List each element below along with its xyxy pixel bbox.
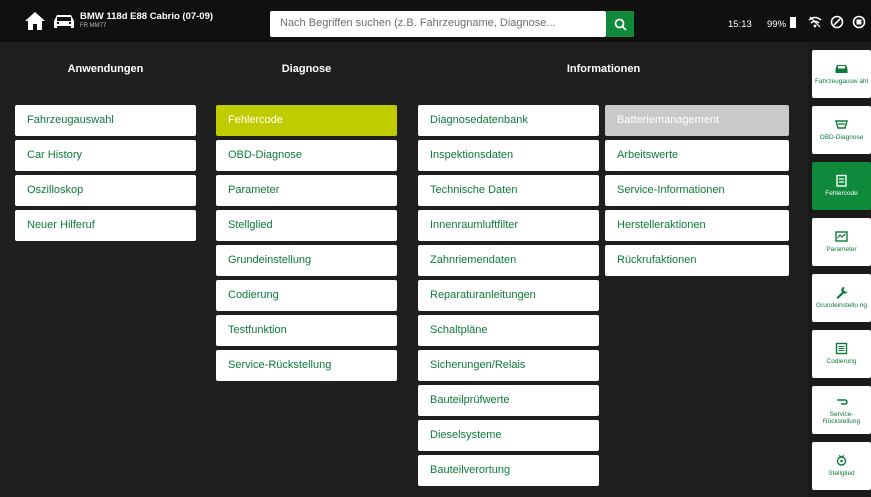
tile-fahrzeugauswahl[interactable]: Fahrzeugauswahl: [15, 105, 196, 136]
column-header-informationen: Informationen: [566, 63, 641, 75]
device-icon[interactable]: [852, 15, 866, 29]
sidebar-item-parameter[interactable]: Parameter: [812, 218, 871, 266]
sidebar-item-label: OBD-Diagnose: [819, 134, 864, 142]
wrench-icon: [836, 287, 848, 300]
tile-oszilloskop[interactable]: Oszilloskop: [15, 175, 196, 206]
vehicle-title: BMW 118d E88 Cabrio (07-09): [80, 11, 214, 22]
tile-technische-daten[interactable]: Technische Daten: [418, 175, 599, 206]
sidebar-item-label: Parameter: [826, 246, 857, 254]
wifi-icon: [808, 16, 822, 28]
tile-stellglied[interactable]: Stellglied: [216, 210, 397, 241]
tile-zahnriemendaten[interactable]: Zahnriemendaten: [418, 245, 599, 276]
search-input[interactable]: Nach Begriffen suchen (z.B. Fahrzeugname…: [270, 11, 606, 37]
actuator-icon: [836, 455, 847, 467]
search-placeholder: Nach Begriffen suchen (z.B. Fahrzeugname…: [280, 17, 556, 29]
tile-testfunktion[interactable]: Testfunktion: [216, 315, 397, 346]
tile-reparaturanleitungen[interactable]: Reparaturanleitungen: [418, 280, 599, 311]
tile-grundeinstellung[interactable]: Grundeinstellung: [216, 245, 397, 276]
sidebar-item-stellglied[interactable]: Stellglied: [812, 442, 871, 490]
tile-rueckrufaktionen[interactable]: Rückrufaktionen: [605, 245, 789, 276]
tile-parameter[interactable]: Parameter: [216, 175, 397, 206]
sidebar-item-label: Service-Rückstellung: [822, 410, 861, 425]
battery-level: 99%: [767, 19, 787, 30]
obd-icon: [835, 120, 848, 130]
search-icon: [614, 18, 627, 31]
tile-neuer-hilferuf[interactable]: Neuer Hilferuf: [15, 210, 196, 241]
clock: 15:13: [728, 19, 752, 30]
tile-service-rueckstellung[interactable]: Service-Rückstellung: [216, 350, 397, 381]
coding-icon: [835, 343, 848, 355]
tile-fehlercode[interactable]: Fehlercode: [216, 105, 397, 136]
fault-code-icon: [836, 175, 847, 188]
tile-car-history[interactable]: Car History: [15, 140, 196, 171]
tile-diagnosedatenbank[interactable]: Diagnosedatenbank: [418, 105, 599, 136]
tile-obd-diagnose[interactable]: OBD-Diagnose: [216, 140, 397, 171]
sidebar-item-fehlercode[interactable]: Fehlercode: [812, 162, 871, 210]
tile-service-informationen[interactable]: Service-Informationen: [605, 175, 789, 206]
sidebar-item-label: Grundeinstellu ng: [816, 302, 867, 310]
tile-sicherungen-relais[interactable]: Sicherungen/Relais: [418, 350, 599, 381]
service-reset-icon: [837, 399, 848, 405]
sidebar-item-label: Fahrzeugausw ahl: [814, 78, 869, 86]
sidebar-item-service-rueckstellung[interactable]: Service-Rückstellung: [812, 386, 871, 434]
car-icon: [835, 65, 848, 74]
tile-arbeitswerte[interactable]: Arbeitswerte: [605, 140, 789, 171]
tile-bauteilpruefwerte[interactable]: Bauteilprüfwerte: [418, 385, 599, 416]
tile-innenraumluftfilter[interactable]: Innenraumluftfilter: [418, 210, 599, 241]
sidebar-item-codierung[interactable]: Codierung: [812, 330, 871, 378]
tile-dieselsysteme[interactable]: Dieselsysteme: [418, 420, 599, 451]
sidebar-item-label: Codierung: [826, 358, 857, 366]
sidebar-item-label: Stellglied: [828, 470, 855, 478]
home-icon[interactable]: [24, 10, 46, 32]
sidebar-item-fahrzeugauswahl[interactable]: Fahrzeugausw ahl: [812, 50, 871, 98]
column-header-anwendungen: Anwendungen: [67, 63, 144, 75]
tile-codierung[interactable]: Codierung: [216, 280, 397, 311]
sidebar-item-label: Fehlercode: [825, 190, 858, 198]
column-header-diagnose: Diagnose: [281, 63, 332, 75]
search-button[interactable]: [606, 11, 634, 37]
sidebar-item-grundeinstellung[interactable]: Grundeinstellu ng: [812, 274, 871, 322]
tile-inspektionsdaten[interactable]: Inspektionsdaten: [418, 140, 599, 171]
tile-herstelleraktionen[interactable]: Herstelleraktionen: [605, 210, 789, 241]
parameter-icon: [835, 231, 848, 243]
connection-icon[interactable]: [830, 15, 844, 29]
car-icon: [54, 15, 74, 28]
vehicle-subtitle: FR MM77: [80, 23, 107, 29]
battery-icon: [790, 17, 796, 28]
sidebar-item-obd-diagnose[interactable]: OBD-Diagnose: [812, 106, 871, 154]
tile-schaltplaene[interactable]: Schaltpläne: [418, 315, 599, 346]
tile-bauteilverortung[interactable]: Bauteilverortung: [418, 455, 599, 486]
tile-batteriemanagement: Batteriemanagement: [605, 105, 789, 136]
